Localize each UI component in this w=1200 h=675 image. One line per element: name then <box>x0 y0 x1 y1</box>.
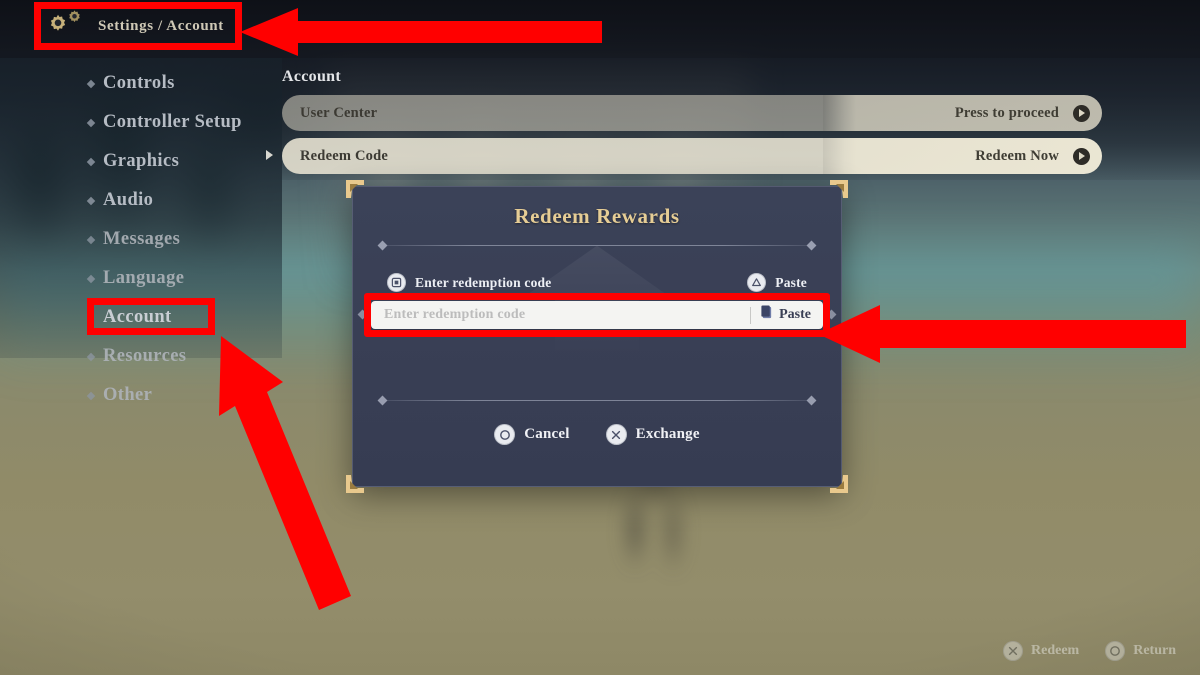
row-label: User Center <box>300 104 378 121</box>
dialog-title: Redeem Rewards <box>514 204 680 228</box>
annotation-box-header <box>34 2 242 50</box>
bullet-icon <box>86 157 96 166</box>
divider-line <box>387 399 807 401</box>
row-redeem-code[interactable]: Redeem Code Redeem Now <box>282 138 1102 174</box>
circle-button-icon <box>1105 641 1126 661</box>
settings-row-wrapper: User Center Press to proceed <box>282 95 1102 131</box>
bullet-icon <box>86 235 96 244</box>
settings-row-wrapper: Redeem Code Redeem Now <box>266 138 1102 174</box>
bullet-icon <box>86 196 96 205</box>
sidebar-item-label: Controller Setup <box>103 112 242 132</box>
annotation-box-input <box>364 293 830 337</box>
bullet-icon <box>86 79 96 88</box>
hint-enter-code: Enter redemption code <box>387 273 551 292</box>
corner-ornament-icon <box>828 178 850 200</box>
sidebar-item-label: Resources <box>103 346 187 366</box>
cancel-button-label: Cancel <box>524 426 570 442</box>
bottom-hint-bar: Redeem Return <box>1003 641 1176 661</box>
arrow-right-icon[interactable] <box>1073 104 1090 122</box>
sidebar-item-label: Graphics <box>103 151 180 171</box>
bottom-hint-return: Return <box>1105 641 1176 661</box>
sidebar-item-messages[interactable]: Messages <box>84 220 274 259</box>
diamond-icon <box>377 395 388 405</box>
square-button-icon <box>387 273 406 292</box>
dialog-footer: Cancel Exchange <box>353 424 841 445</box>
row-notch <box>823 138 846 174</box>
bottom-hint-label: Redeem <box>1031 643 1080 658</box>
sidebar-item-language[interactable]: Language <box>84 259 274 298</box>
dialog-divider-top <box>375 240 819 250</box>
row-value: Redeem Now <box>975 147 1059 164</box>
row-notch <box>823 95 846 131</box>
bullet-icon <box>86 274 96 283</box>
cancel-button[interactable]: Cancel <box>494 424 569 445</box>
arrow-right-icon[interactable] <box>1073 147 1090 165</box>
sidebar-item-label: Audio <box>103 190 154 210</box>
sidebar-item-label: Other <box>103 385 153 405</box>
cross-button-icon <box>605 424 627 445</box>
diamond-icon <box>377 240 388 250</box>
sidebar-item-controller-setup[interactable]: Controller Setup <box>84 103 274 142</box>
sidebar-item-label: Messages <box>103 229 181 249</box>
bottom-hint-label: Return <box>1133 643 1176 658</box>
annotation-arrow-account <box>219 336 351 610</box>
annotation-arrow-header <box>240 8 602 56</box>
hint-label: Enter redemption code <box>415 274 552 290</box>
redemption-input-zone: Enter redemption code Paste <box>357 293 837 337</box>
divider-line <box>387 244 807 246</box>
exchange-button-label: Exchange <box>635 426 700 442</box>
bullet-icon <box>86 118 96 127</box>
cross-button-icon <box>1003 641 1024 661</box>
dialog-divider-bottom <box>375 395 819 405</box>
bottom-hint-redeem: Redeem <box>1003 641 1079 661</box>
row-user-center[interactable]: User Center Press to proceed <box>282 95 1102 131</box>
row-value: Press to proceed <box>954 104 1059 121</box>
redeem-rewards-dialog: Redeem Rewards Enter redemption code Pas… <box>346 180 848 493</box>
sidebar-item-label: Language <box>103 268 185 288</box>
diamond-icon <box>806 395 817 405</box>
hint-paste: Paste <box>747 273 807 292</box>
bullet-icon <box>86 352 96 361</box>
bullet-icon <box>86 391 96 400</box>
section-title: Account <box>282 68 341 85</box>
sidebar-item-controls[interactable]: Controls <box>84 64 274 103</box>
annotation-arrow-input <box>818 305 1186 363</box>
sidebar-item-graphics[interactable]: Graphics <box>84 142 274 181</box>
triangle-button-icon <box>747 273 767 292</box>
annotation-box-account <box>87 298 215 335</box>
account-panel: Account User Center Press to proceed Red… <box>266 68 1102 181</box>
sidebar-item-label: Controls <box>103 73 175 93</box>
diamond-icon <box>806 240 817 250</box>
row-selection-caret-icon <box>266 150 273 160</box>
corner-ornament-icon <box>828 473 850 495</box>
circle-button-icon <box>494 424 516 445</box>
sidebar-item-audio[interactable]: Audio <box>84 181 274 220</box>
hint-label: Paste <box>775 274 807 290</box>
exchange-button[interactable]: Exchange <box>605 424 700 445</box>
corner-ornament-icon <box>344 178 366 200</box>
row-label: Redeem Code <box>300 147 388 164</box>
